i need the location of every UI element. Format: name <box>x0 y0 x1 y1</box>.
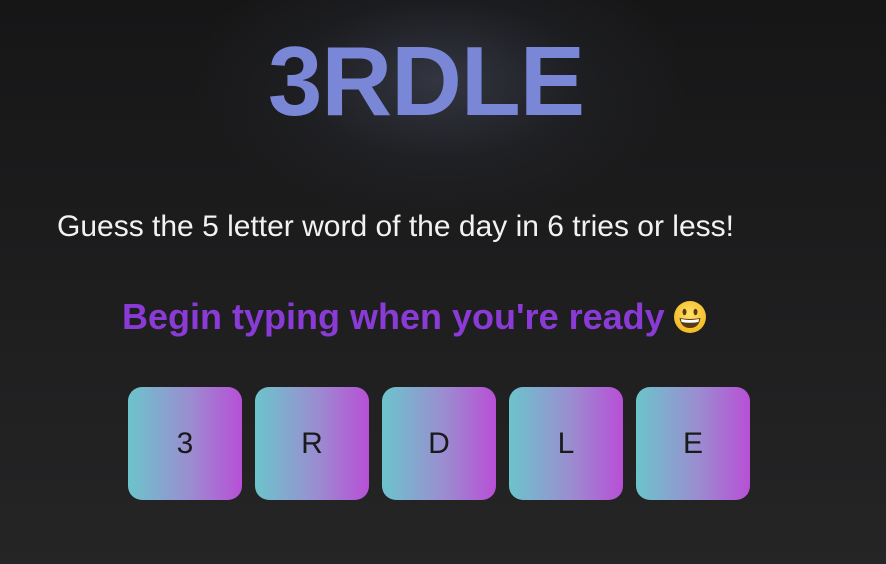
prompt-text: Begin typing when you're ready <box>122 296 665 337</box>
instructions-text: Guess the 5 letter word of the day in 6 … <box>57 210 734 243</box>
app-logo-title: 3RDLE <box>267 26 585 136</box>
word-tiles-row: 3 R D L E <box>128 387 750 500</box>
letter-tile[interactable]: E <box>636 387 750 500</box>
letter-tile[interactable]: D <box>382 387 496 500</box>
grinning-face-icon <box>673 300 707 334</box>
letter-tile[interactable]: 3 <box>128 387 242 500</box>
begin-typing-prompt: Begin typing when you're ready <box>122 295 707 339</box>
letter-tile[interactable]: R <box>255 387 369 500</box>
letter-tile[interactable]: L <box>509 387 623 500</box>
